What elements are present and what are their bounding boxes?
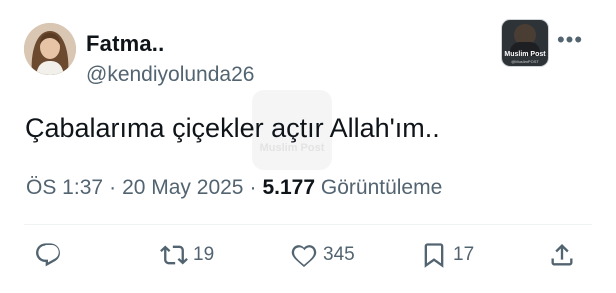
bookmark-icon (424, 243, 444, 268)
heart-icon (291, 245, 317, 267)
more-options-button[interactable]: ••• (555, 27, 585, 52)
like-count: 345 (323, 244, 355, 265)
share-button[interactable] (548, 238, 576, 272)
badge-subtitle: @MuslimPOST (511, 59, 539, 64)
like-button[interactable]: 345 (290, 238, 355, 272)
tweet-meta: ÖS 1:37 · 20 May 2025 · 5.177 Görüntüleme (26, 176, 442, 200)
badge-title: Muslim Post (504, 51, 546, 58)
display-name[interactable]: Fatma.. (86, 31, 164, 57)
tweet-text: Çabalarıma çiçekler açtır Allah'ım.. (25, 113, 440, 143)
views-label: Görüntüleme (320, 176, 443, 199)
retweet-button[interactable]: 19 (160, 238, 214, 272)
user-handle[interactable]: @kendiyolunda26 (86, 63, 254, 87)
share-icon (551, 244, 573, 266)
tweet-date[interactable]: 20 May 2025 (122, 176, 243, 199)
divider (24, 224, 592, 225)
avatar[interactable] (24, 23, 76, 75)
bookmark-button[interactable]: 17 (420, 238, 474, 272)
views-count: 5.177 (262, 176, 316, 199)
meta-separator: · (249, 176, 257, 199)
reply-button[interactable] (34, 238, 62, 272)
tweet-time[interactable]: ÖS 1:37 (26, 176, 103, 199)
muslim-post-badge[interactable]: Muslim Post @MuslimPOST (501, 19, 549, 67)
retweet-icon (160, 245, 188, 265)
meta-separator: · (109, 176, 117, 199)
avatar-image (24, 23, 76, 75)
retweet-count: 19 (193, 244, 215, 265)
reply-icon (36, 243, 60, 267)
bookmark-count: 17 (453, 244, 475, 265)
more-options-icon: ••• (556, 27, 584, 52)
